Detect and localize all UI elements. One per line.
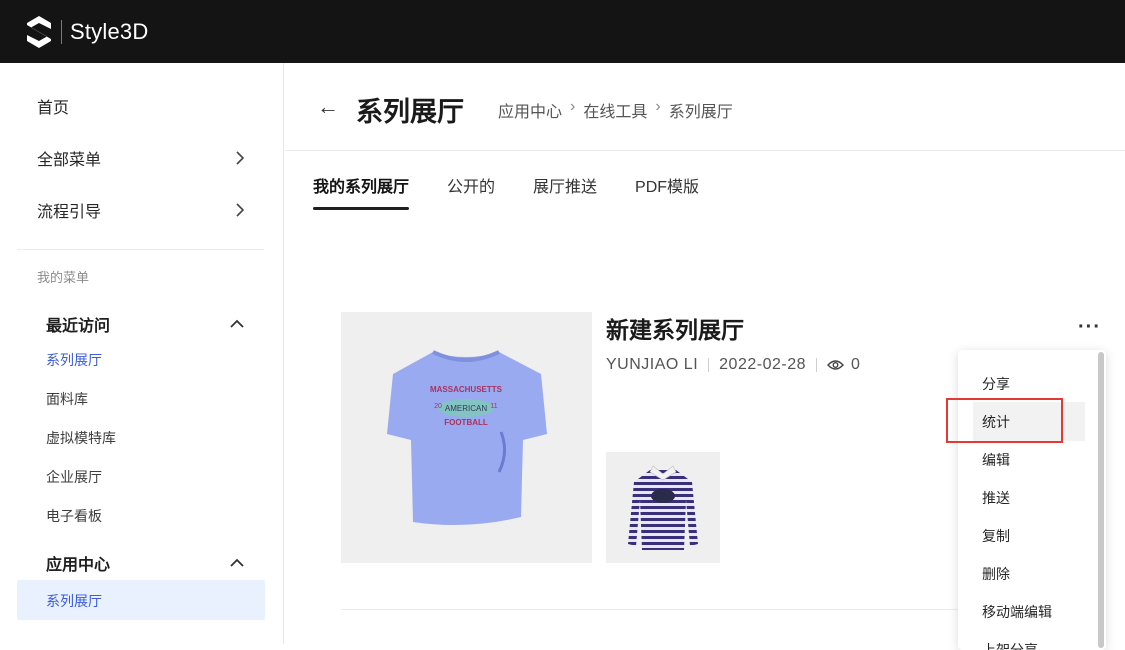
card-date: 2022-02-28 bbox=[719, 356, 806, 373]
sidebar-group-recent[interactable]: 最近访问 bbox=[46, 312, 244, 336]
statistics-highlight-box bbox=[946, 398, 1063, 443]
page-title: 系列展厅 bbox=[356, 97, 464, 127]
menu-item-publish-share[interactable]: 上架分享 bbox=[982, 640, 1038, 650]
tab-bar: 我的系列展厅 公开的 展厅推送 PDF模版 bbox=[313, 173, 737, 210]
sidebar-subitem-avatar-library[interactable]: 虚拟模特库 bbox=[46, 428, 116, 448]
eye-icon bbox=[827, 360, 844, 370]
menu-item-copy[interactable]: 复制 bbox=[982, 526, 1010, 546]
sidebar-group-label: 最近访问 bbox=[46, 318, 111, 335]
page-header: ← 系列展厅 应用中心 › 在线工具 › 系列展厅 bbox=[285, 63, 1125, 151]
brand-name[interactable]: Style3D bbox=[70, 19, 148, 45]
sidebar-item-label: 全部菜单 bbox=[37, 152, 102, 169]
tshirt-print-right: 11 bbox=[490, 403, 497, 410]
sidebar-divider bbox=[17, 249, 264, 250]
more-options-icon[interactable]: ··· bbox=[1078, 316, 1101, 339]
dropdown-scrollbar[interactable] bbox=[1098, 352, 1104, 648]
tshirt-print-line1: MASSACHUSETTS bbox=[430, 385, 503, 394]
card-divider bbox=[341, 609, 961, 610]
sidebar-item-home[interactable]: 首页 bbox=[37, 94, 247, 118]
menu-item-delete[interactable]: 删除 bbox=[982, 564, 1010, 584]
polo-shirt-image bbox=[628, 465, 698, 550]
meta-divider bbox=[815, 358, 817, 372]
chevron-up-icon bbox=[230, 319, 244, 328]
breadcrumb-app-center[interactable]: 应用中心 bbox=[498, 98, 562, 122]
card-thumbnail-image[interactable] bbox=[606, 452, 720, 563]
sidebar-subitem-enterprise-hall[interactable]: 企业展厅 bbox=[46, 467, 102, 487]
sidebar-item-label: 首页 bbox=[37, 100, 70, 117]
sidebar-item-label: 流程引导 bbox=[37, 204, 102, 221]
menu-item-push[interactable]: 推送 bbox=[982, 488, 1010, 508]
tshirt-print-line3: FOOTBALL bbox=[444, 418, 488, 427]
chevron-right-icon bbox=[236, 151, 245, 165]
chevron-up-icon bbox=[230, 558, 244, 567]
card-title[interactable]: 新建系列展厅 bbox=[606, 311, 744, 345]
card-meta: YUNJIAO LI 2022-02-28 0 bbox=[606, 356, 860, 374]
sidebar-subitem-series-hall[interactable]: 系列展厅 bbox=[46, 350, 102, 370]
sidebar-group-app-center[interactable]: 应用中心 bbox=[46, 551, 244, 575]
style3d-logo-icon[interactable] bbox=[26, 15, 52, 49]
card-author: YUNJIAO LI bbox=[606, 356, 699, 373]
tshirt-print-left: 20 bbox=[434, 403, 442, 410]
sidebar-subitem-series-hall-selected[interactable]: 系列展厅 bbox=[17, 580, 265, 620]
menu-item-mobile-edit[interactable]: 移动端编辑 bbox=[982, 602, 1052, 622]
more-options-dropdown: 分享 统计 编辑 推送 复制 删除 移动端编辑 上架分享 bbox=[958, 350, 1106, 650]
tshirt-image: MASSACHUSETTS AMERICAN FOOTBALL 20 11 bbox=[387, 350, 547, 526]
tshirt-print-line2: AMERICAN bbox=[445, 404, 487, 413]
breadcrumb-separator: › bbox=[570, 98, 576, 115]
view-count-value: 0 bbox=[850, 356, 861, 373]
view-count: 0 bbox=[827, 356, 860, 374]
menu-item-share[interactable]: 分享 bbox=[982, 374, 1010, 394]
breadcrumb-series-hall: 系列展厅 bbox=[668, 104, 733, 121]
breadcrumb: 应用中心 › 在线工具 › 系列展厅 bbox=[498, 98, 733, 122]
my-menu-label: 我的菜单 bbox=[37, 270, 90, 285]
sidebar-subitem-label: 系列展厅 bbox=[46, 593, 102, 609]
back-arrow-icon[interactable]: ← bbox=[317, 94, 339, 120]
sidebar-item-all-menu[interactable]: 全部菜单 bbox=[37, 146, 247, 170]
card-cover-image[interactable]: MASSACHUSETTS AMERICAN FOOTBALL 20 11 bbox=[341, 312, 592, 563]
sidebar-subitem-e-board[interactable]: 电子看板 bbox=[46, 506, 102, 526]
logo-divider bbox=[61, 19, 62, 44]
breadcrumb-separator: › bbox=[655, 98, 661, 115]
tab-hall-push[interactable]: 展厅推送 bbox=[533, 173, 597, 207]
menu-item-edit[interactable]: 编辑 bbox=[982, 450, 1010, 470]
chevron-right-icon bbox=[236, 203, 245, 217]
tab-public[interactable]: 公开的 bbox=[447, 173, 495, 207]
sidebar-subitem-fabric-library[interactable]: 面料库 bbox=[46, 389, 88, 409]
meta-divider bbox=[708, 358, 710, 372]
top-bar: Style3D bbox=[0, 0, 1125, 63]
breadcrumb-online-tools[interactable]: 在线工具 bbox=[583, 98, 647, 122]
tab-pdf-template[interactable]: PDF模版 bbox=[635, 173, 699, 207]
sidebar: 首页 全部菜单 流程引导 我的菜单 最近访问 系列展厅 面料库 虚拟模特库 企业… bbox=[0, 63, 284, 644]
sidebar-item-process-guide[interactable]: 流程引导 bbox=[37, 198, 247, 222]
tab-my-series-hall[interactable]: 我的系列展厅 bbox=[313, 173, 410, 210]
sidebar-group-label: 应用中心 bbox=[46, 557, 111, 574]
